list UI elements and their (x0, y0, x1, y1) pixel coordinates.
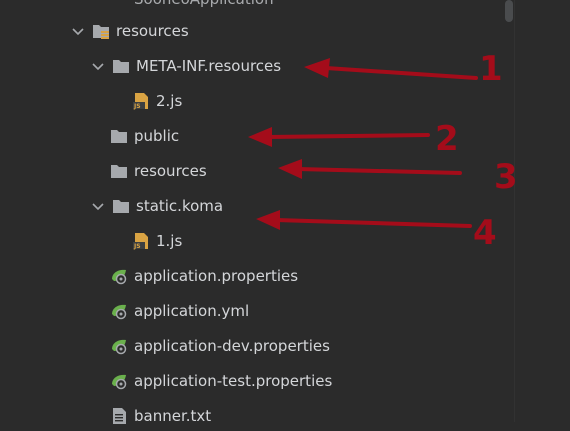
svg-text:JS: JS (133, 243, 141, 250)
folder-icon (111, 130, 127, 143)
tree-item-label: banner.txt (134, 407, 212, 425)
spring-config-icon (112, 339, 127, 355)
tree-item-label: SooneoApplication (134, 0, 274, 8)
spring-config-icon (112, 374, 127, 390)
chevron-down-icon[interactable] (90, 58, 106, 74)
tree-item-1-js[interactable]: JS 1.js (132, 226, 182, 256)
tree-item-application-dev-properties[interactable]: application-dev.properties (110, 331, 330, 361)
tree-item-label: static.koma (136, 197, 224, 215)
folder-icon (113, 200, 129, 213)
tree-item-application-yml[interactable]: application.yml (110, 296, 249, 326)
folder-icon (113, 60, 129, 73)
tree-item-static-koma[interactable]: static.koma (90, 191, 223, 221)
tree-item-application-class[interactable]: SooneoApplication (134, 0, 274, 8)
tree-item-label: resources (116, 22, 189, 40)
chevron-down-icon[interactable] (90, 198, 106, 214)
tree-item-banner-txt[interactable]: banner.txt (110, 401, 211, 431)
tree-item-2-js[interactable]: JS 2.js (132, 86, 182, 116)
folder-icon (111, 165, 127, 178)
tree-item-public[interactable]: public (110, 121, 179, 151)
tree-item-label: application.properties (134, 267, 299, 285)
tree-item-label: META-INF.resources (136, 57, 282, 75)
scrollbar-track[interactable] (514, 0, 570, 422)
text-file-icon (113, 408, 126, 424)
tree-item-label: 2.js (156, 92, 183, 110)
tree-item-resources-sub[interactable]: resources (110, 156, 207, 186)
javascript-file-icon: JS (133, 93, 148, 110)
annotation-number-1: 1 (479, 49, 503, 89)
resources-folder-icon (93, 25, 109, 39)
tree-item-label: public (134, 127, 180, 145)
tree-item-application-test-properties[interactable]: application-test.properties (110, 366, 332, 396)
javascript-file-icon: JS (133, 233, 148, 250)
scrollbar-thumb[interactable] (505, 0, 513, 22)
spring-config-icon (112, 269, 127, 285)
tree-item-label: 1.js (156, 232, 183, 250)
tree-item-label: application-dev.properties (134, 337, 330, 355)
annotation-number-2: 2 (435, 119, 459, 159)
tree-item-resources[interactable]: resources (70, 16, 189, 46)
tree-item-label: application.yml (134, 302, 250, 320)
chevron-down-icon[interactable] (70, 23, 86, 39)
tree-item-label: application-test.properties (134, 372, 333, 390)
tree-item-meta-inf-resources[interactable]: META-INF.resources (90, 51, 281, 81)
annotation-number-4: 4 (473, 213, 497, 253)
spring-config-icon (112, 304, 127, 320)
annotation-number-3: 3 (494, 157, 518, 197)
tree-item-label: resources (134, 162, 207, 180)
svg-text:JS: JS (133, 103, 141, 110)
tree-item-application-properties[interactable]: application.properties (110, 261, 298, 291)
